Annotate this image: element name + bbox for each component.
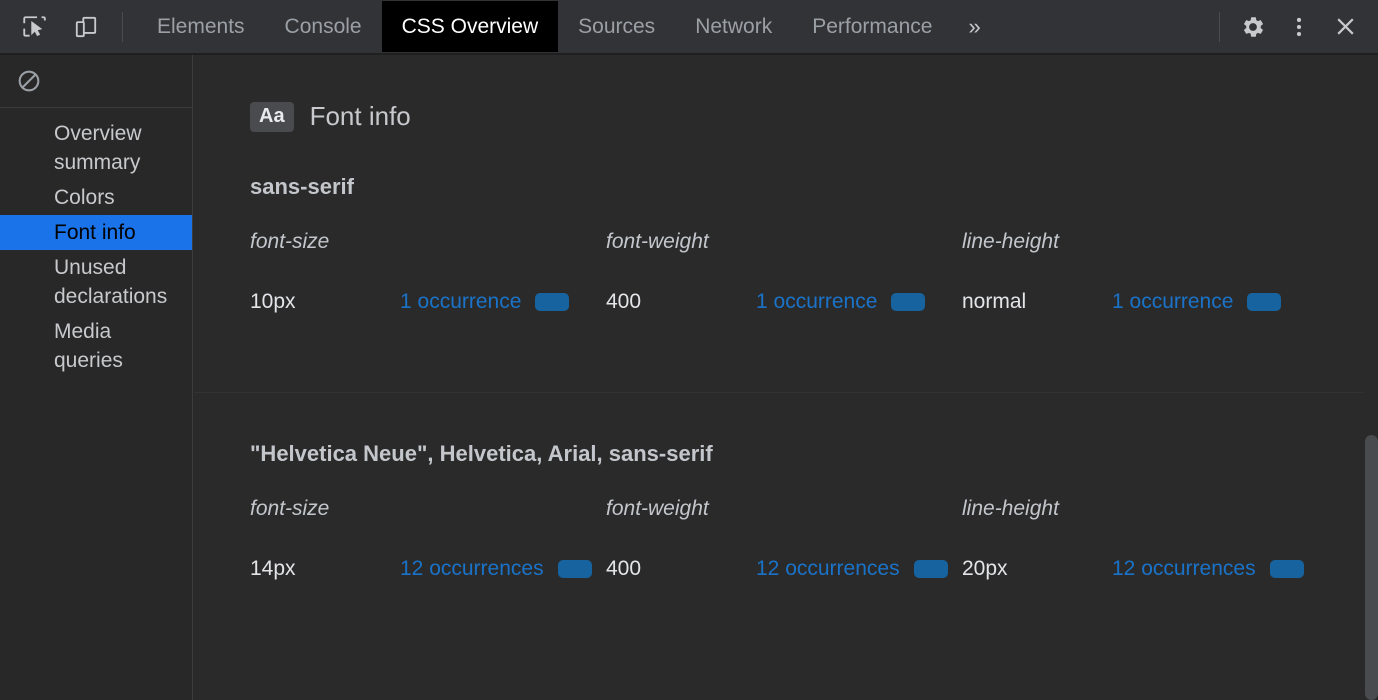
metric-occurrence-bar: [891, 293, 926, 311]
metric-column-line-height: line-height 20px 12 occurrences: [962, 497, 1318, 581]
font-info-section-1: Aa Font info sans-serif font-size 10px 1…: [194, 55, 1378, 384]
font-family-heading: "Helvetica Neue", Helvetica, Arial, sans…: [250, 441, 713, 466]
sidebar-item-colors[interactable]: Colors: [0, 180, 192, 215]
font-info-section-2: "Helvetica Neue", Helvetica, Arial, sans…: [194, 393, 1378, 581]
metric-row: 400 1 occurrence: [606, 290, 962, 314]
page-title: Aa Font info: [250, 101, 1378, 132]
metric-row: normal 1 occurrence: [962, 290, 1318, 314]
metric-label-line-height: line-height: [962, 230, 1059, 253]
metric-occurrence-bar: [535, 293, 570, 311]
metric-label-line-height: line-height: [962, 497, 1059, 520]
metric-columns: font-size 14px 12 occurrences font-weigh…: [250, 497, 1378, 581]
toolbar-right-group: [1213, 4, 1378, 50]
metric-row: 400 12 occurrences: [606, 557, 962, 581]
sidebar-item-unused-declarations[interactable]: Unused declarations: [0, 250, 192, 314]
aa-badge-icon: Aa: [250, 101, 294, 132]
more-options-icon[interactable]: [1276, 4, 1322, 50]
metric-label-font-weight: font-weight: [606, 497, 709, 520]
no-entry-icon[interactable]: [14, 66, 44, 96]
metric-value: normal: [962, 290, 1027, 313]
metric-value: 400: [606, 290, 642, 313]
metric-label-font-size: font-size: [250, 497, 330, 520]
metric-occurrence-bar: [1269, 560, 1304, 578]
tab-sources[interactable]: Sources: [558, 1, 675, 52]
inspect-element-icon[interactable]: [12, 5, 56, 49]
tab-css-overview[interactable]: CSS Overview: [381, 1, 559, 52]
metric-row: 10px 1 occurrence: [250, 290, 606, 314]
devtools-window: Elements Console CSS Overview Sources Ne…: [0, 0, 1378, 700]
metric-value: 20px: [962, 557, 1008, 580]
metric-occurrences-link[interactable]: 12 occurrences: [400, 557, 544, 581]
toolbar-divider: [122, 11, 123, 42]
metric-value: 400: [606, 557, 642, 580]
metric-occurrences-link[interactable]: 1 occurrence: [756, 290, 877, 314]
device-toolbar-icon[interactable]: [64, 5, 108, 49]
metric-column-font-size: font-size 14px 12 occurrences: [250, 497, 606, 581]
scrollbar-thumb[interactable]: [1365, 435, 1378, 700]
font-family-heading: sans-serif: [250, 174, 354, 199]
metric-occurrences-link[interactable]: 12 occurrences: [756, 557, 900, 581]
css-overview-sidebar: Overview summary Colors Font info Unused…: [0, 55, 193, 700]
metric-column-line-height: line-height normal 1 occurrence: [962, 230, 1318, 314]
tab-network[interactable]: Network: [675, 1, 792, 52]
close-icon[interactable]: [1322, 4, 1368, 50]
sidebar-item-media-queries[interactable]: Media queries: [0, 314, 192, 378]
metric-row: 20px 12 occurrences: [962, 557, 1318, 581]
metric-occurrence-bar: [1247, 293, 1282, 311]
sidebar-item-overview-summary[interactable]: Overview summary: [0, 116, 192, 180]
metric-column-font-weight: font-weight 400 12 occurrences: [606, 497, 962, 581]
metric-row: 14px 12 occurrences: [250, 557, 606, 581]
metric-value: 14px: [250, 557, 296, 580]
section-top-gap: [250, 393, 1378, 441]
metric-occurrences-link[interactable]: 1 occurrence: [1112, 290, 1233, 314]
metric-occurrence-bar: [913, 560, 948, 578]
page-title-text: Font info: [309, 101, 411, 131]
sidebar-item-font-info[interactable]: Font info: [0, 215, 192, 250]
sidebar-list: Overview summary Colors Font info Unused…: [0, 108, 192, 378]
font-info-panel: Aa Font info sans-serif font-size 10px 1…: [194, 55, 1378, 700]
devtools-toolbar: Elements Console CSS Overview Sources Ne…: [0, 0, 1378, 55]
vertical-scrollbar[interactable]: [1363, 55, 1378, 700]
tab-performance[interactable]: Performance: [792, 1, 952, 52]
more-tabs-button[interactable]: »: [952, 1, 996, 52]
sidebar-header: [0, 55, 192, 108]
metric-column-font-weight: font-weight 400 1 occurrence: [606, 230, 962, 314]
metric-column-font-size: font-size 10px 1 occurrence: [250, 230, 606, 314]
metric-columns: font-size 10px 1 occurrence font-weight …: [250, 230, 1378, 314]
tab-console[interactable]: Console: [265, 1, 382, 52]
metric-occurrences-link[interactable]: 12 occurrences: [1112, 557, 1256, 581]
toolbar-divider-right: [1219, 11, 1220, 42]
metric-occurrence-bar: [557, 560, 592, 578]
tab-elements[interactable]: Elements: [137, 1, 265, 52]
gear-icon[interactable]: [1230, 4, 1276, 50]
metric-value: 10px: [250, 290, 296, 313]
metric-occurrences-link[interactable]: 1 occurrence: [400, 290, 521, 314]
metric-label-font-weight: font-weight: [606, 230, 709, 253]
metric-label-font-size: font-size: [250, 230, 330, 253]
